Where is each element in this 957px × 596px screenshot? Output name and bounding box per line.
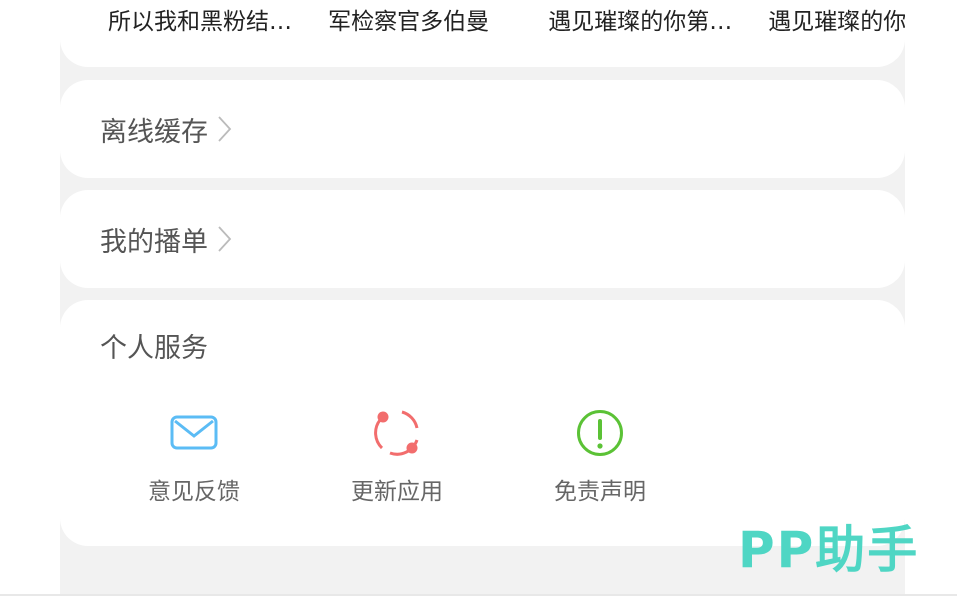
section-title: 个人服务 [100, 333, 208, 364]
my-playlist-label: 我的播单 [100, 226, 208, 258]
history-item[interactable]: 遇见璀璨的你 [768, 6, 905, 38]
alert-icon [577, 410, 623, 456]
history-list: 所以我和黑粉结婚了 军检察官多伯曼 遇见璀璨的你第一季 遇见璀璨的你 [108, 6, 905, 38]
chevron-right-icon [218, 116, 232, 142]
history-item[interactable]: 军检察官多伯曼 [328, 6, 528, 38]
refresh-icon [374, 410, 419, 456]
personal-service-card: 个人服务 意见反馈 更新应用 免责声明 [60, 300, 905, 546]
disclaimer-label: 免责声明 [554, 479, 646, 505]
chevron-right-icon [218, 226, 232, 252]
feedback-label: 意见反馈 [148, 479, 240, 505]
disclaimer-button[interactable]: 免责声明 [540, 408, 660, 506]
pp-assistant-watermark: PP助手 [738, 521, 920, 579]
history-item[interactable]: 所以我和黑粉结婚了 [108, 6, 308, 38]
update-app-label: 更新应用 [351, 479, 443, 505]
offline-cache-label: 离线缓存 [100, 116, 208, 148]
offline-cache-row[interactable]: 离线缓存 [60, 80, 905, 178]
update-app-button[interactable]: 更新应用 [337, 408, 457, 506]
watch-history-card: 所以我和黑粉结婚了 军检察官多伯曼 遇见璀璨的你第一季 遇见璀璨的你 [60, 0, 905, 67]
mail-icon [170, 415, 218, 450]
history-item[interactable]: 遇见璀璨的你第一季 [548, 6, 748, 38]
feedback-button[interactable]: 意见反馈 [134, 408, 254, 506]
my-playlist-row[interactable]: 我的播单 [60, 190, 905, 288]
